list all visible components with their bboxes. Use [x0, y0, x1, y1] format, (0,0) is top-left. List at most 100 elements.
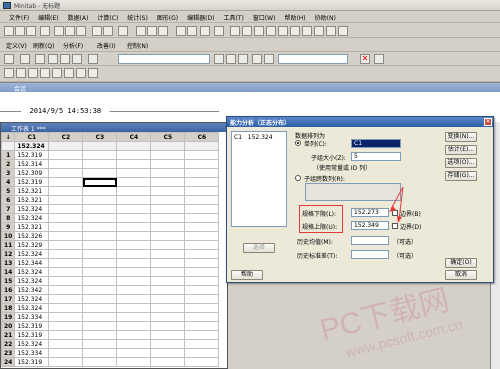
- data-cell[interactable]: [82, 276, 118, 286]
- data-cell[interactable]: [82, 258, 118, 268]
- undo-icon[interactable]: [92, 26, 102, 36]
- data-cell[interactable]: 152.321: [14, 222, 50, 232]
- data-cell[interactable]: 152.319: [14, 357, 50, 367]
- data-cell[interactable]: [150, 168, 186, 178]
- insert-row-icon[interactable]: [136, 26, 146, 36]
- data-cell[interactable]: 152.314: [14, 159, 50, 169]
- data-cell[interactable]: [48, 186, 84, 196]
- row-header[interactable]: 8: [0, 213, 16, 223]
- data-cell[interactable]: [116, 303, 152, 313]
- open-icon[interactable]: [15, 26, 25, 36]
- data-cell[interactable]: [82, 267, 118, 277]
- graph-icon[interactable]: [314, 26, 324, 36]
- close-graphs-icon[interactable]: [326, 26, 336, 36]
- data-cell[interactable]: 152.324: [14, 213, 50, 223]
- data-cell[interactable]: [184, 276, 220, 286]
- menu-analyze[interactable]: 分析(F): [63, 41, 83, 50]
- data-cell[interactable]: [184, 357, 220, 367]
- data-cell[interactable]: [150, 276, 186, 286]
- row-header[interactable]: 5: [0, 186, 16, 196]
- data-cell[interactable]: [48, 177, 84, 187]
- menu-item-2[interactable]: 数据(A): [64, 11, 94, 22]
- data-cell[interactable]: [48, 168, 84, 178]
- data-cell[interactable]: [116, 213, 152, 223]
- data-cell[interactable]: [48, 294, 84, 304]
- data-cell[interactable]: [82, 168, 118, 178]
- row-header[interactable]: 14: [0, 267, 16, 277]
- data-cell[interactable]: [48, 276, 84, 286]
- data-cell[interactable]: [150, 204, 186, 214]
- data-cell[interactable]: [150, 357, 186, 367]
- graph-folder-icon[interactable]: [242, 26, 252, 36]
- data-cell[interactable]: [184, 186, 220, 196]
- data-cell[interactable]: 152.326: [14, 231, 50, 241]
- hist-mean-input[interactable]: [351, 236, 389, 245]
- data-cell[interactable]: [48, 159, 84, 169]
- menu-item-1[interactable]: 编辑(E): [34, 11, 63, 22]
- data-cell[interactable]: [150, 240, 186, 250]
- column-name-cell[interactable]: [116, 141, 152, 151]
- info-icon[interactable]: [278, 26, 288, 36]
- link-icon[interactable]: [48, 54, 58, 64]
- data-cell[interactable]: [82, 150, 118, 160]
- storage-button[interactable]: 存储(G)...: [445, 171, 477, 181]
- data-window-icon[interactable]: [214, 26, 224, 36]
- data-cell[interactable]: [116, 159, 152, 169]
- data-cell[interactable]: [150, 213, 186, 223]
- data-cell[interactable]: [82, 339, 118, 349]
- row-header[interactable]: [0, 141, 16, 151]
- data-cell[interactable]: [116, 330, 152, 340]
- text-tool-icon[interactable]: [4, 68, 14, 78]
- transform-button[interactable]: 变换(N)...: [445, 132, 477, 142]
- data-cell[interactable]: [184, 168, 220, 178]
- data-cell[interactable]: 152.321: [14, 186, 50, 196]
- data-cell[interactable]: [184, 150, 220, 160]
- estimate-button[interactable]: 估计(E)...: [445, 145, 477, 155]
- data-cell[interactable]: 152.324: [14, 204, 50, 214]
- data-cell[interactable]: [82, 321, 118, 331]
- row-header[interactable]: 19: [0, 312, 16, 322]
- row-header[interactable]: 4: [0, 177, 16, 187]
- insert-column-icon[interactable]: [147, 26, 157, 36]
- data-cell[interactable]: [150, 348, 186, 358]
- data-cell[interactable]: [116, 186, 152, 196]
- data-cell[interactable]: [150, 231, 186, 241]
- list-item[interactable]: C1 152.324: [234, 134, 284, 141]
- copy-icon[interactable]: [65, 26, 75, 36]
- data-cell[interactable]: [48, 339, 84, 349]
- data-cell[interactable]: [116, 249, 152, 259]
- data-cell[interactable]: [48, 348, 84, 358]
- data-cell[interactable]: [184, 159, 220, 169]
- menu-item-0[interactable]: 文件(F): [5, 11, 34, 22]
- data-cell[interactable]: [82, 357, 118, 367]
- row-header[interactable]: 3: [0, 168, 16, 178]
- data-cell[interactable]: [116, 339, 152, 349]
- menu-item-9[interactable]: 帮助(H): [280, 11, 310, 22]
- data-cell[interactable]: 152.319: [14, 177, 50, 187]
- row-header[interactable]: 11: [0, 240, 16, 250]
- data-cell[interactable]: [116, 222, 152, 232]
- data-cell[interactable]: [82, 204, 118, 214]
- variable-list[interactable]: C1 152.324: [231, 131, 287, 227]
- zoom-icon[interactable]: [374, 54, 384, 64]
- paste-icon[interactable]: [76, 26, 86, 36]
- data-cell[interactable]: [150, 267, 186, 277]
- data-cell[interactable]: [48, 240, 84, 250]
- data-cell[interactable]: [82, 303, 118, 313]
- data-cell[interactable]: [116, 240, 152, 250]
- data-cell[interactable]: [184, 231, 220, 241]
- dialog-close-button[interactable]: ✕: [484, 118, 492, 126]
- data-cell[interactable]: [184, 312, 220, 322]
- column-header[interactable]: C6: [184, 132, 220, 142]
- help-icon[interactable]: [187, 26, 197, 36]
- data-cell[interactable]: [116, 150, 152, 160]
- save-icon[interactable]: [26, 26, 36, 36]
- data-cell[interactable]: [116, 177, 152, 187]
- menu-item-4[interactable]: 统计(S): [123, 11, 153, 22]
- data-cell[interactable]: 152.329: [14, 240, 50, 250]
- menu-control[interactable]: 控制(N): [127, 41, 148, 50]
- data-cell[interactable]: [184, 348, 220, 358]
- data-cell[interactable]: [184, 177, 220, 187]
- text-icon[interactable]: [16, 68, 26, 78]
- data-cell[interactable]: [48, 213, 84, 223]
